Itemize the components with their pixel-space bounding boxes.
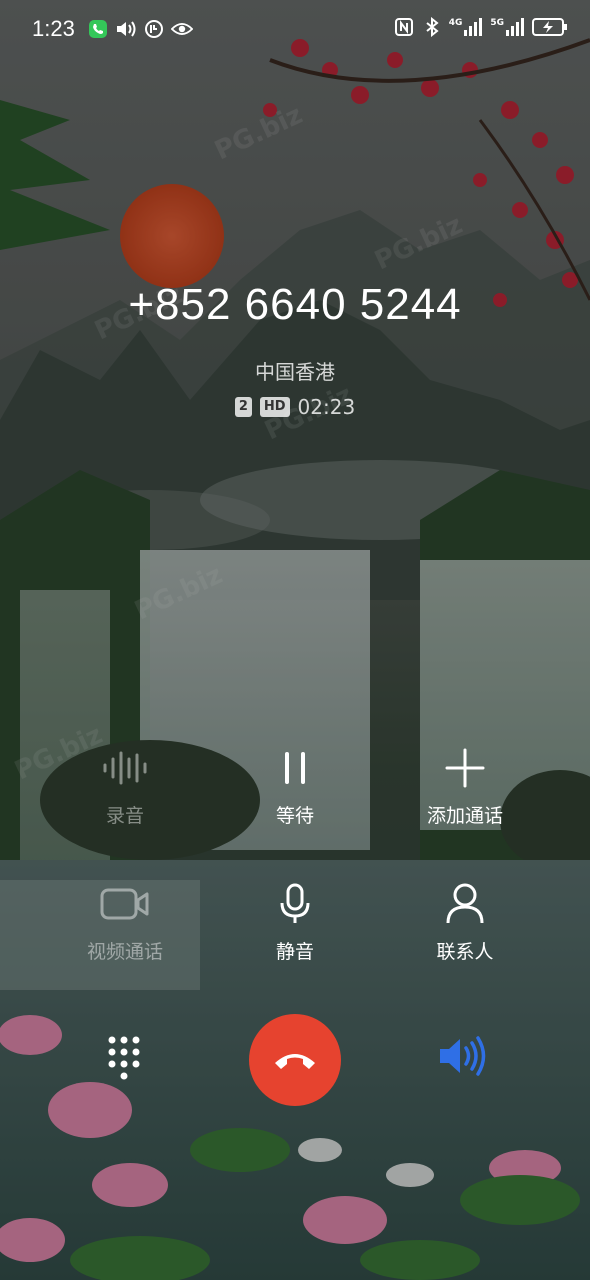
hold-label: 等待 <box>275 805 314 827</box>
call-active-icon <box>87 18 109 40</box>
record-label: 录音 <box>105 805 144 827</box>
mute-label: 静音 <box>275 941 314 963</box>
status-bar: 1:23 4G 5G <box>0 0 590 58</box>
phone-hangup-icon <box>275 1054 315 1069</box>
battery-charging-icon <box>532 16 568 38</box>
signal-icon <box>464 18 483 36</box>
add-call-label: 添加通话 <box>426 805 503 827</box>
network-type-1: 4G <box>448 18 463 28</box>
pause-icon <box>210 745 380 791</box>
mute-button[interactable]: 静音 <box>210 881 380 964</box>
data-saver-icon <box>143 18 165 40</box>
add-call-button[interactable]: 添加通话 <box>380 745 550 828</box>
call-info: +852 6640 5244 中国香港 2 HD 02:23 <box>0 280 590 419</box>
video-call-button[interactable]: 视频通话 <box>40 881 210 964</box>
call-meta: 2 HD 02:23 <box>0 395 590 419</box>
plus-icon <box>380 745 550 791</box>
nfc-icon <box>393 16 415 38</box>
speaker-icon <box>440 1036 486 1076</box>
hold-button[interactable]: 等待 <box>210 745 380 828</box>
bluetooth-icon <box>421 16 443 38</box>
video-call-label: 视频通话 <box>86 941 163 963</box>
bottom-bar <box>0 1014 590 1106</box>
caller-number: +852 6640 5244 <box>128 280 462 329</box>
caller-location: 中国香港 <box>255 360 335 384</box>
signal-sim2: 5G <box>490 18 526 36</box>
video-camera-icon <box>40 881 210 927</box>
person-icon <box>380 881 550 927</box>
speaker-button[interactable] <box>438 1036 490 1080</box>
call-duration: 02:23 <box>297 395 356 419</box>
dialpad-button[interactable] <box>104 1034 144 1092</box>
sim-badge: 2 <box>234 397 252 417</box>
end-call-button[interactable] <box>249 1014 341 1106</box>
hd-badge: HD <box>259 397 290 417</box>
record-button[interactable]: 录音 <box>40 745 210 828</box>
status-time: 1:23 <box>32 16 75 41</box>
dialpad-icon <box>108 1036 140 1080</box>
contacts-label: 联系人 <box>436 941 494 963</box>
network-type-2: 5G <box>490 18 504 28</box>
eye-icon <box>170 18 193 40</box>
waveform-icon <box>40 745 210 791</box>
volume-icon <box>115 18 137 40</box>
signal-sim1: 4G <box>449 18 485 36</box>
microphone-icon <box>210 881 380 927</box>
contacts-button[interactable]: 联系人 <box>380 881 550 964</box>
signal-icon <box>506 18 524 36</box>
